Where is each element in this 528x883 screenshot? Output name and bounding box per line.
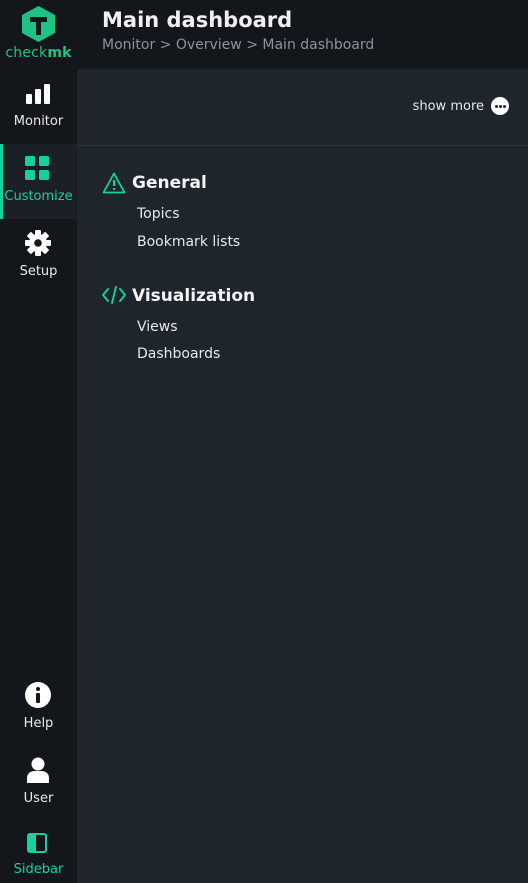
nav-setup-label: Setup xyxy=(19,264,58,279)
code-icon xyxy=(102,286,126,304)
link-dashboards[interactable]: Dashboards xyxy=(137,346,220,362)
nav-help[interactable]: Help xyxy=(0,671,77,746)
more-dots-icon xyxy=(491,97,509,115)
show-more-button[interactable]: show more xyxy=(413,96,509,116)
nav-setup[interactable]: Setup xyxy=(0,219,77,294)
nav-user-label: User xyxy=(23,791,54,806)
nav-sidebar[interactable]: Sidebar xyxy=(0,821,77,883)
app: checkmk Monitor Customize Setup Help Use… xyxy=(0,0,528,883)
warning-icon xyxy=(102,172,126,194)
nav-monitor[interactable]: Monitor xyxy=(0,69,77,144)
nav-sidebar-label: Sidebar xyxy=(13,862,64,877)
bar-chart-icon xyxy=(26,84,50,104)
grid-icon xyxy=(25,156,49,180)
nav-monitor-label: Monitor xyxy=(13,114,64,129)
user-icon xyxy=(27,757,49,783)
link-bookmark-lists[interactable]: Bookmark lists xyxy=(137,234,240,250)
toolbar: show more xyxy=(77,69,528,146)
breadcrumb[interactable]: Monitor > Overview > Main dashboard xyxy=(102,37,374,53)
customize-menu: General Topics Bookmark lists Visualizat… xyxy=(77,146,528,883)
page-header: Main dashboard Monitor > Overview > Main… xyxy=(77,0,528,69)
nav-customize-label: Customize xyxy=(4,189,73,204)
logo-text: checkmk xyxy=(5,45,72,61)
main-nav: checkmk Monitor Customize Setup Help Use… xyxy=(0,0,77,883)
nav-help-label: Help xyxy=(23,716,54,731)
section-visualization-title: Visualization xyxy=(132,286,256,306)
show-more-label: show more xyxy=(412,98,484,114)
gear-icon xyxy=(25,230,51,256)
section-general-title: General xyxy=(132,173,207,193)
nav-customize[interactable]: Customize xyxy=(0,144,77,219)
nav-user[interactable]: User xyxy=(0,746,77,821)
sidebar-icon xyxy=(27,833,47,853)
checkmk-logo[interactable]: checkmk xyxy=(0,0,77,68)
info-icon xyxy=(25,682,51,708)
page-title: Main dashboard xyxy=(102,8,293,32)
link-views[interactable]: Views xyxy=(137,319,178,335)
checkmk-logo-icon xyxy=(22,6,55,42)
link-topics[interactable]: Topics xyxy=(137,206,180,222)
